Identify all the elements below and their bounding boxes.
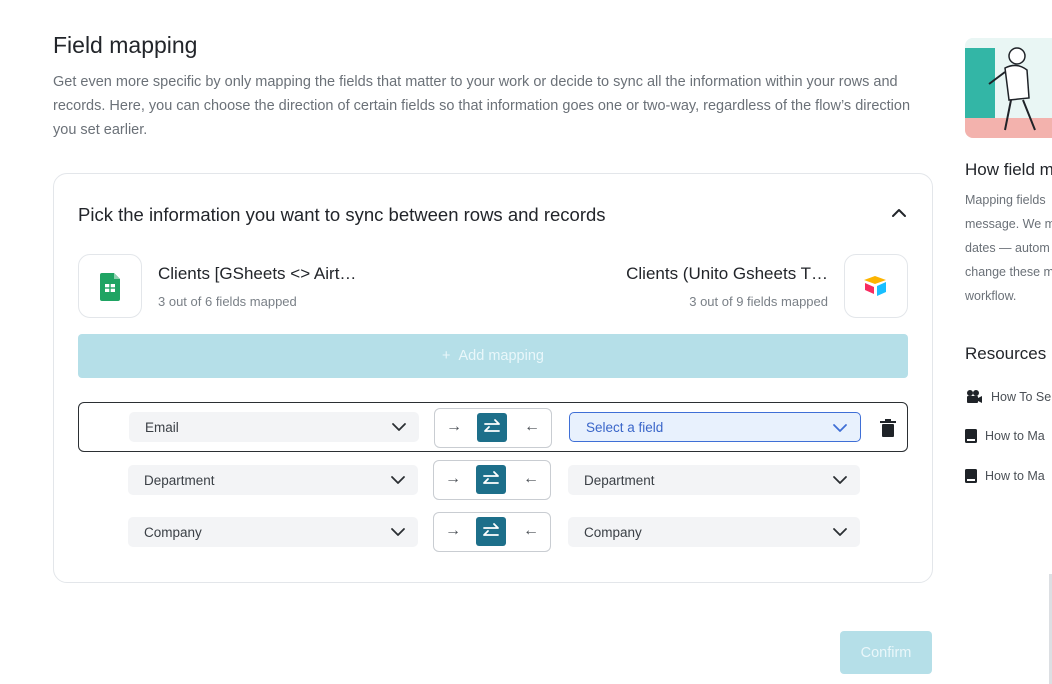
- sidebar-text-line: change these m: [965, 265, 1052, 279]
- left-field-select[interactable]: Company: [128, 517, 418, 547]
- left-app-fields-count: 3 out of 6 fields mapped: [158, 294, 297, 309]
- resource-label: How To Se: [991, 390, 1052, 404]
- right-app-tile: [844, 254, 908, 318]
- page-title: Field mapping: [53, 32, 198, 58]
- resources-title: Resources: [965, 344, 1047, 363]
- chevron-down-icon: [833, 424, 847, 432]
- left-field-value: Email: [145, 419, 179, 435]
- arrow-left-button[interactable]: ←: [523, 418, 541, 436]
- sidebar-title: How field m: [965, 160, 1052, 179]
- direction-toggle: → ←: [433, 460, 551, 500]
- delete-mapping-button[interactable]: [879, 418, 897, 438]
- collapse-button[interactable]: [888, 202, 910, 224]
- card-heading: Pick the information you want to sync be…: [78, 204, 606, 225]
- chevron-down-icon: [833, 476, 847, 484]
- right-app-name: Clients (Unito Gsheets T…: [626, 264, 828, 283]
- arrow-left-button[interactable]: ←: [522, 522, 540, 540]
- two-way-button[interactable]: [476, 465, 506, 494]
- mapping-card: Pick the information you want to sync be…: [53, 173, 933, 583]
- page-description: Get even more specific by only mapping t…: [53, 74, 911, 138]
- arrow-right-button[interactable]: →: [444, 522, 462, 540]
- direction-toggle: → ←: [434, 408, 552, 448]
- book-icon: [965, 469, 977, 483]
- left-app-tile: [78, 254, 142, 318]
- resource-label: How to Ma: [985, 429, 1045, 443]
- left-field-select[interactable]: Department: [128, 465, 418, 495]
- direction-toggle: → ←: [433, 512, 551, 552]
- video-camera-icon: [967, 390, 982, 403]
- right-field-select[interactable]: Select a field: [569, 412, 861, 442]
- swap-arrows-icon: [483, 471, 499, 484]
- mapping-row: Email → ← Select a field: [78, 402, 908, 452]
- chevron-down-icon: [392, 423, 406, 431]
- arrow-right-button[interactable]: →: [444, 470, 462, 488]
- right-app-fields-count: 3 out of 9 fields mapped: [689, 294, 828, 309]
- sidebar-text-line: dates — autom: [965, 241, 1050, 255]
- swap-arrows-icon: [483, 523, 499, 536]
- left-app-name: Clients [GSheets <> Airt…: [158, 264, 357, 283]
- right-field-placeholder: Select a field: [586, 419, 664, 435]
- trash-icon: [880, 419, 896, 437]
- chevron-down-icon: [833, 528, 847, 536]
- right-field-select[interactable]: Department: [568, 465, 860, 495]
- right-field-value: Company: [584, 524, 642, 540]
- two-way-button[interactable]: [477, 413, 507, 442]
- chevron-down-icon: [391, 528, 405, 536]
- resource-link[interactable]: How To Se: [965, 389, 1051, 405]
- resource-link[interactable]: How to Ma: [965, 429, 1045, 443]
- add-mapping-label: Add mapping: [458, 348, 544, 364]
- person-illustration-icon: [965, 38, 1052, 138]
- confirm-button[interactable]: Confirm: [840, 631, 932, 674]
- resource-link[interactable]: How to Ma: [965, 469, 1045, 483]
- sidebar-text-line: message. We m: [965, 217, 1052, 231]
- two-way-button[interactable]: [476, 517, 506, 546]
- resource-label: How to Ma: [985, 469, 1045, 483]
- right-field-value: Department: [584, 472, 655, 488]
- plus-icon: +: [442, 348, 451, 364]
- chevron-up-icon: [892, 209, 906, 217]
- chevron-down-icon: [391, 476, 405, 484]
- sidebar-text-line: workflow.: [965, 289, 1017, 303]
- google-sheets-icon: [100, 273, 120, 301]
- left-field-value: Company: [144, 524, 202, 540]
- arrow-right-button[interactable]: →: [445, 418, 463, 436]
- mapping-row: Department → ← Department: [78, 455, 908, 505]
- right-field-select[interactable]: Company: [568, 517, 860, 547]
- add-mapping-button[interactable]: + Add mapping: [78, 334, 908, 378]
- airtable-icon: [864, 276, 886, 296]
- book-icon: [965, 429, 977, 443]
- left-field-value: Department: [144, 472, 215, 488]
- sidebar-text: Mapping fields message. We m dates — aut…: [965, 188, 1052, 308]
- arrow-left-button[interactable]: ←: [522, 470, 540, 488]
- swap-arrows-icon: [484, 419, 500, 432]
- mapping-row: Company → ← Company: [78, 507, 908, 557]
- illustration: [965, 38, 1052, 138]
- left-field-select[interactable]: Email: [129, 412, 419, 442]
- sidebar-text-line: Mapping fields: [965, 193, 1046, 207]
